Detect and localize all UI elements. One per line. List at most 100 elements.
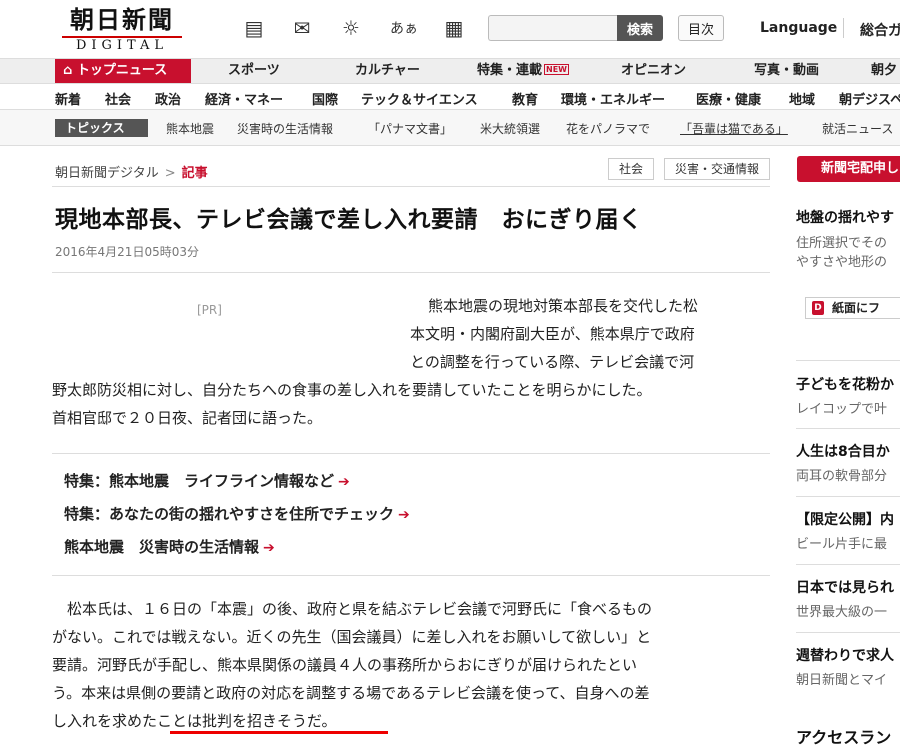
logo-sub-text: DIGITAL (62, 36, 182, 54)
body-line: う。本来は県側の要請と政府の対応を調整する場であるテレビ会議を使って、自身への差 (52, 684, 650, 702)
sidebar-sub: 両耳の軟骨部分 (796, 469, 888, 484)
new-badge: NEW (544, 64, 569, 75)
language-link[interactable]: Language (760, 20, 837, 36)
topics-label: トピックス (55, 119, 148, 137)
lead-line: 野太郎防災相に対し、自分たちへの食事の差し入れを要請していたことを明らかにした。 (52, 381, 652, 399)
divider (52, 575, 770, 576)
shimen-label: 紙面にフ (832, 301, 881, 315)
subnav-health[interactable]: 医療・健康 (696, 89, 761, 108)
search-input[interactable] (488, 15, 618, 41)
breadcrumb-home[interactable]: 朝日新聞デジタル (55, 166, 159, 181)
subnav-international[interactable]: 国際 (312, 89, 338, 108)
divider (796, 496, 900, 497)
nav-opinion[interactable]: オピニオン (621, 59, 686, 83)
apps-grid-icon[interactable]: ▦ (440, 14, 468, 42)
divider (52, 453, 770, 454)
subnav-regional[interactable]: 地域 (789, 89, 815, 108)
divider (52, 186, 770, 187)
subnav-latest[interactable]: 新着 (55, 89, 81, 108)
subnav-society[interactable]: 社会 (105, 89, 131, 108)
shimen-button[interactable]: D 紙面にフ (805, 297, 900, 319)
divider (796, 564, 900, 565)
newspaper-icon[interactable]: ▤ (240, 14, 268, 42)
sidebar-sub: 朝日新聞とマイ (796, 673, 888, 688)
header-divider (843, 18, 844, 38)
sidebar-headline[interactable]: 週替わりで求人 (796, 645, 894, 665)
nav-top-news[interactable]: ⌂ トップニュース (55, 59, 191, 83)
subnav-politics[interactable]: 政治 (155, 89, 181, 108)
nav-features[interactable]: 特集・連載 NEW (477, 59, 569, 83)
breadcrumb-current: 記事 (181, 166, 208, 181)
home-icon: ⌂ (63, 63, 77, 78)
hiragana-icon[interactable]: あぁ (390, 14, 418, 42)
nav-features-label: 特集・連載 (477, 63, 543, 78)
related-link-label: 熊本地震 災害時の生活情報 (64, 538, 260, 556)
nav-morning-evening[interactable]: 朝夕 (871, 59, 897, 83)
related-link[interactable]: 特集：熊本地震 ライフライン情報など ➔ (64, 470, 350, 491)
related-link-label: 特集：熊本地震 ライフライン情報など (64, 472, 335, 490)
related-link[interactable]: 特集：あなたの街の揺れやすさを住所でチェック ➔ (64, 503, 410, 524)
sidebar-headline[interactable]: 子どもを花粉か (796, 374, 894, 394)
sidebar-sub: 住所選択でその (796, 236, 888, 251)
divider (52, 272, 770, 273)
topic-link[interactable]: 「パナマ文書」 (368, 120, 452, 137)
nav-sports[interactable]: スポーツ (228, 59, 280, 83)
subnav-education[interactable]: 教育 (512, 89, 538, 108)
weather-icon[interactable]: ☼ (337, 14, 365, 42)
sidebar-sub: やすさや地形の (796, 255, 888, 270)
body-line: がない。これでは戦えない。近くの先生（国会議員）に差し入れをお願いして欲しい」と (52, 628, 652, 646)
topic-link[interactable]: 就活ニュース (822, 120, 893, 137)
lead-line: 熊本地震の現地対策本部長を交代した松 (428, 297, 699, 315)
sub-nav: 新着 社会 政治 経済・マネー 国際 テック＆サイエンス 教育 環境・エネルギー… (0, 84, 900, 110)
access-ranking-heading: アクセスラン (796, 728, 892, 747)
sidebar-sub: レイコップで叶 (796, 402, 888, 417)
red-underline-mark (170, 731, 388, 734)
tag-society[interactable]: 社会 (608, 158, 655, 180)
search-button[interactable]: 検索 (617, 15, 663, 41)
arrow-right-icon: ➔ (338, 474, 350, 490)
sidebar-headline[interactable]: 日本では見られ (796, 577, 894, 597)
related-link[interactable]: 熊本地震 災害時の生活情報 ➔ (64, 536, 275, 557)
subnav-digital-special[interactable]: 朝デジスペ (839, 89, 900, 108)
sidebar-headline[interactable]: 人生は8合目か (796, 441, 890, 461)
newspaper-icon: D (812, 301, 824, 315)
delivery-subscribe-button[interactable]: 新聞宅配申し (797, 156, 900, 182)
topic-link[interactable]: 米大統領選 (480, 120, 540, 137)
pr-label: [PR] (197, 303, 222, 317)
nav-culture[interactable]: カルチャー (355, 59, 420, 83)
arrow-right-icon: ➔ (263, 540, 275, 556)
related-link-label: 特集：あなたの街の揺れやすさを住所でチェック (64, 505, 395, 523)
general-guide-link[interactable]: 総合ガ (860, 20, 900, 40)
subnav-environment[interactable]: 環境・エネルギー (561, 89, 665, 108)
subnav-economy[interactable]: 経済・マネー (205, 89, 283, 108)
breadcrumb-separator: > (164, 166, 176, 181)
nav-top-news-label: トップニュース (76, 63, 168, 78)
sidebar-headline[interactable]: 地盤の揺れやす (796, 207, 894, 227)
topic-link[interactable]: 花をパノラマで (566, 120, 650, 137)
topics-bar: トピックス 熊本地震 災害時の生活情報 「パナマ文書」 米大統領選 花をパノラマ… (0, 110, 900, 146)
asahi-logo[interactable]: 朝日新聞 DIGITAL (62, 6, 182, 54)
tag-disaster-traffic[interactable]: 災害・交通情報 (664, 158, 771, 180)
mail-icon[interactable]: ✉ (288, 14, 316, 42)
sidebar-sub: 世界最大級の一 (796, 605, 888, 620)
sidebar-headline[interactable]: 【限定公開】内 (796, 509, 894, 529)
lead-line: 首相官邸で２０日夜、記者団に語った。 (52, 409, 323, 427)
main-nav: ⌂ トップニュース スポーツ カルチャー 特集・連載 NEW オピニオン 写真・動… (0, 58, 900, 84)
subnav-tech-science[interactable]: テック＆サイエンス (361, 89, 478, 108)
nav-photo-video[interactable]: 写真・動画 (754, 59, 819, 83)
divider (796, 428, 900, 429)
site-header: 朝日新聞 DIGITAL ▤ ✉ ☼ あぁ ▦ 検索 目次 Language 総… (0, 0, 900, 58)
lead-line: との調整を行っている際、テレビ会議で河 (410, 353, 695, 371)
divider (796, 632, 900, 633)
divider (796, 360, 900, 361)
toc-button[interactable]: 目次 (678, 15, 724, 41)
topic-link[interactable]: 熊本地震 (166, 120, 214, 137)
topic-link[interactable]: 災害時の生活情報 (237, 120, 333, 137)
sidebar-sub: ビール片手に最 (796, 537, 888, 552)
breadcrumb: 朝日新聞デジタル > 記事 (55, 162, 208, 181)
topic-link[interactable]: 「吾輩は猫である」 (680, 120, 788, 137)
arrow-right-icon: ➔ (398, 507, 410, 523)
lead-line: 本文明・内閣府副大臣が、熊本県庁で政府 (410, 325, 695, 343)
body-line: 松本氏は、１６日の「本震」の後、政府と県を結ぶテレビ会議で河野氏に「食べるもの (52, 600, 653, 618)
article-title: 現地本部長、テレビ会議で差し入れ要請 おにぎり届く (55, 207, 643, 233)
